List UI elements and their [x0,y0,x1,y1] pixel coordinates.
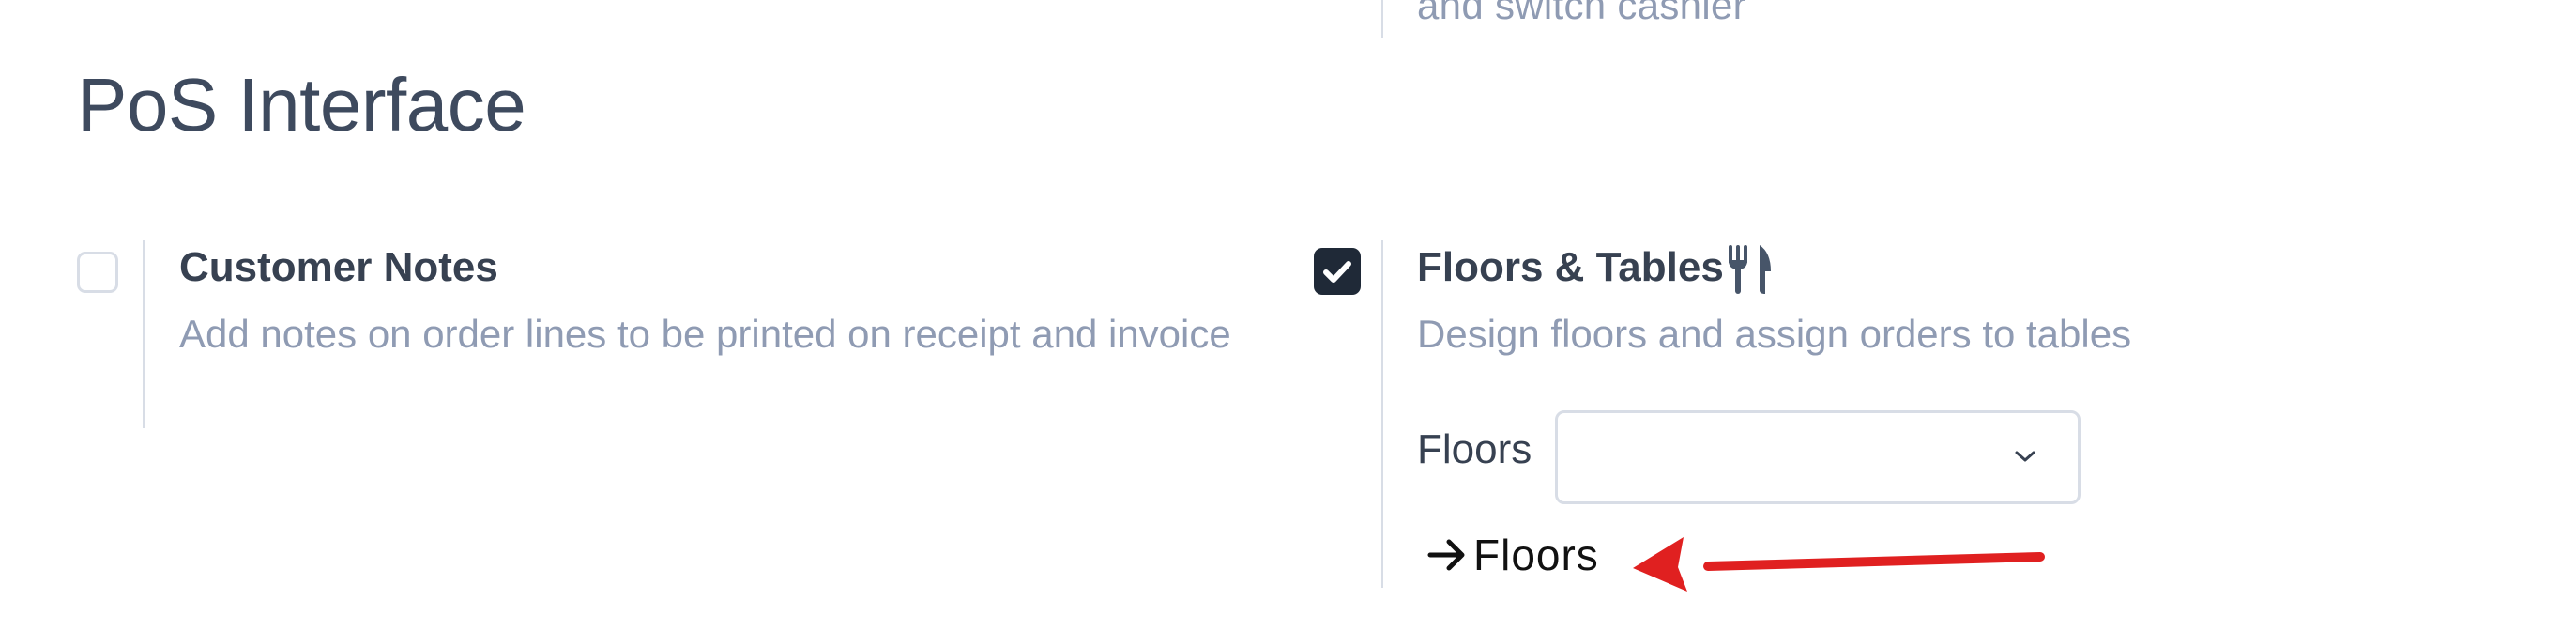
floors-link-label: Floors [1473,530,1599,579]
section-title: PoS Interface [77,63,526,146]
customer-notes-description: Add notes on order lines to be printed o… [179,312,1231,356]
chevron-down-icon [2015,451,2035,462]
divider [143,240,145,428]
floors-tables-checkbox[interactable] [1314,248,1361,295]
floors-tables-description: Design floors and assign orders to table… [1417,312,2132,356]
divider [1381,0,1383,38]
customer-notes-checkbox[interactable] [77,252,118,293]
floors-field-label: Floors [1417,426,1532,472]
checkmark-icon [1323,261,1351,283]
red-arrow-icon [1633,537,2045,592]
customer-notes-title: Customer Notes [179,244,498,290]
arrow-right-icon [1427,539,1465,571]
utensils-icon [1729,245,1771,294]
floors-tables-title: Floors & Tables [1417,244,1724,290]
divider [1381,240,1383,588]
floors-link[interactable]: Floors [1426,526,1599,580]
setting-description-partial: and switch cashier [1417,0,1746,27]
floors-select[interactable] [1555,410,2081,504]
settings-page: and switch cashier PoS Interface Custome… [0,0,2576,631]
